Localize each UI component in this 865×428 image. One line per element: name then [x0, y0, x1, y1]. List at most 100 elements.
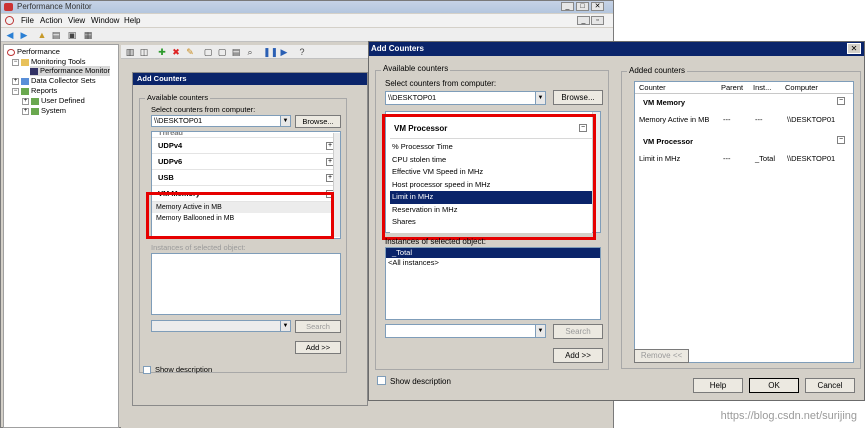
bg-show-description-checkbox[interactable] — [143, 366, 151, 374]
mdi-restore-icon[interactable]: ▫ — [591, 16, 604, 25]
fg-select-computer-label: Select counters from computer: — [385, 79, 497, 88]
help-icon[interactable]: ▣ — [67, 30, 77, 40]
fg-available-counters-label: Available counters — [381, 64, 451, 73]
menubar: File Action View Window Help _ ▫ — [1, 14, 613, 27]
bg-add-button[interactable]: Add >> — [295, 341, 341, 354]
tree-system-label: System — [41, 106, 67, 115]
menu-view[interactable]: View — [68, 16, 85, 25]
help-icon[interactable]: ? — [297, 47, 307, 57]
cancel-button[interactable]: Cancel — [805, 378, 855, 393]
mdi-minimize-icon[interactable]: _ — [577, 16, 590, 25]
bg-computer-combo[interactable]: \\DESKTOP01 ▼ — [151, 115, 291, 127]
view-graph-icon[interactable]: ▥ — [125, 47, 135, 57]
fg-show-description-checkbox[interactable] — [377, 376, 386, 385]
pm-titlebar: Performance Monitor _ □ ✕ — [1, 1, 613, 13]
freeze-display-icon[interactable]: ❚❚ — [263, 47, 278, 57]
app-icon — [4, 3, 13, 11]
fg-instances-list[interactable]: _Total <All instances> — [385, 247, 601, 320]
tree-performance-monitor[interactable]: Performance Monitor — [30, 66, 111, 76]
delete-counter-icon[interactable]: ✖ — [171, 47, 181, 57]
add-counters-dialog-background: Add Counters Available counters Select c… — [132, 72, 368, 406]
header-instance[interactable]: Inst... — [753, 82, 771, 94]
fg-browse-button[interactable]: Browse... — [553, 90, 603, 105]
collapse-icon[interactable]: − — [12, 58, 19, 66]
menu-action[interactable]: Action — [40, 16, 62, 25]
header-counter[interactable]: Counter — [639, 82, 666, 94]
close-icon[interactable]: ✕ — [847, 43, 861, 54]
header-parent[interactable]: Parent — [721, 82, 743, 94]
highlight-icon[interactable]: ✎ — [185, 47, 195, 57]
fg-instances-label: Instances of selected object: — [385, 237, 486, 246]
maximize-icon[interactable]: □ — [576, 2, 589, 11]
bg-search-button[interactable]: Search — [295, 320, 341, 333]
report-folder-icon — [31, 97, 39, 105]
bg-search-combo[interactable]: ▼ — [151, 320, 291, 332]
chevron-down-icon[interactable]: ▼ — [280, 321, 290, 331]
bg-instances-list[interactable] — [151, 253, 341, 315]
zoom-icon[interactable]: ⌕ — [245, 47, 255, 57]
highlight-box — [146, 192, 334, 239]
chevron-down-icon[interactable]: ▼ — [535, 92, 545, 104]
properties-icon[interactable]: ▦ — [83, 30, 93, 40]
window-title: Performance Monitor — [17, 2, 92, 11]
copy-properties-icon[interactable]: ▢ — [203, 47, 213, 57]
menu-file[interactable]: File — [21, 16, 34, 25]
added-counters-table[interactable]: Counter Parent Inst... Computer VM Memor… — [634, 81, 854, 363]
collapse-icon[interactable]: − — [12, 87, 19, 95]
added-row-counter[interactable]: Limit in MHz — [639, 154, 680, 163]
expand-icon[interactable]: + — [22, 107, 29, 115]
tree-system[interactable]: + System — [22, 106, 66, 116]
header-computer[interactable]: Computer — [785, 82, 818, 94]
tree-performance[interactable]: Performance — [7, 47, 60, 57]
bg-object-udpv4[interactable]: UDPv4 + — [152, 138, 340, 154]
menu-help[interactable]: Help — [124, 16, 140, 25]
menu-window[interactable]: Window — [91, 16, 119, 25]
back-icon[interactable]: ◀ — [5, 30, 15, 40]
tree-user-defined[interactable]: + User Defined — [22, 96, 85, 106]
navigation-tree: Performance − Monitoring Tools Performanc… — [3, 44, 119, 428]
ok-button[interactable]: OK — [749, 378, 799, 393]
fg-add-button[interactable]: Add >> — [553, 348, 603, 363]
add-counters-dialog: Add Counters ✕ Available counters Select… — [368, 41, 865, 401]
close-icon[interactable]: ✕ — [591, 2, 604, 11]
added-object-vm-processor[interactable]: VM Processor — [643, 137, 693, 146]
up-folder-icon[interactable]: ▲ — [37, 30, 47, 40]
expand-icon[interactable]: + — [12, 77, 19, 85]
bg-object-udpv6[interactable]: UDPv6 + — [152, 154, 340, 170]
main-toolbar: ◀ ▶ ▲ ▤ ▣ ▦ — [1, 28, 613, 42]
added-row-counter[interactable]: Memory Active in MB — [639, 115, 709, 124]
change-graph-type-icon[interactable]: ◫ — [139, 47, 149, 57]
app-menu-icon[interactable] — [5, 16, 14, 25]
update-data-icon[interactable]: ▶ — [279, 47, 289, 57]
forward-icon[interactable]: ▶ — [19, 30, 29, 40]
properties-icon[interactable]: ▤ — [231, 47, 241, 57]
show-hide-tree-icon[interactable]: ▤ — [51, 30, 61, 40]
added-counters-label: Added counters — [627, 66, 688, 75]
chart-icon — [30, 67, 38, 75]
fg-search-combo[interactable]: ▼ — [385, 324, 546, 338]
bg-list-scrollbar[interactable] — [333, 133, 340, 237]
collapse-icon[interactable]: − — [837, 136, 845, 144]
fg-computer-combo[interactable]: \\DESKTOP01 ▼ — [385, 91, 546, 105]
collapse-icon[interactable]: − — [837, 97, 845, 105]
reports-icon — [21, 87, 29, 95]
bg-instances-label: Instances of selected object: — [151, 243, 246, 252]
minimize-icon[interactable]: _ — [561, 2, 574, 11]
chevron-down-icon[interactable]: ▼ — [535, 325, 545, 337]
fg-dialog-titlebar: Add Counters ✕ — [369, 42, 864, 56]
help-button[interactable]: Help — [693, 378, 743, 393]
chevron-down-icon[interactable]: ▼ — [280, 116, 290, 126]
tree-data-collector-sets[interactable]: + Data Collector Sets — [12, 76, 96, 86]
bg-browse-button[interactable]: Browse... — [295, 115, 341, 128]
fg-instance-total[interactable]: _Total — [386, 248, 600, 258]
fg-computer-value: \\DESKTOP01 — [388, 93, 437, 102]
fg-search-button[interactable]: Search — [553, 324, 603, 339]
paste-counter-list-icon[interactable]: ▢ — [217, 47, 227, 57]
expand-icon[interactable]: + — [22, 97, 29, 105]
add-counter-icon[interactable]: ✚ — [157, 47, 167, 57]
fg-instance-all[interactable]: <All instances> — [386, 258, 600, 268]
bg-object-usb[interactable]: USB + — [152, 170, 340, 186]
tree-reports[interactable]: − Reports — [12, 86, 57, 96]
remove-button[interactable]: Remove << — [634, 349, 689, 363]
added-object-vm-memory[interactable]: VM Memory — [643, 98, 685, 107]
